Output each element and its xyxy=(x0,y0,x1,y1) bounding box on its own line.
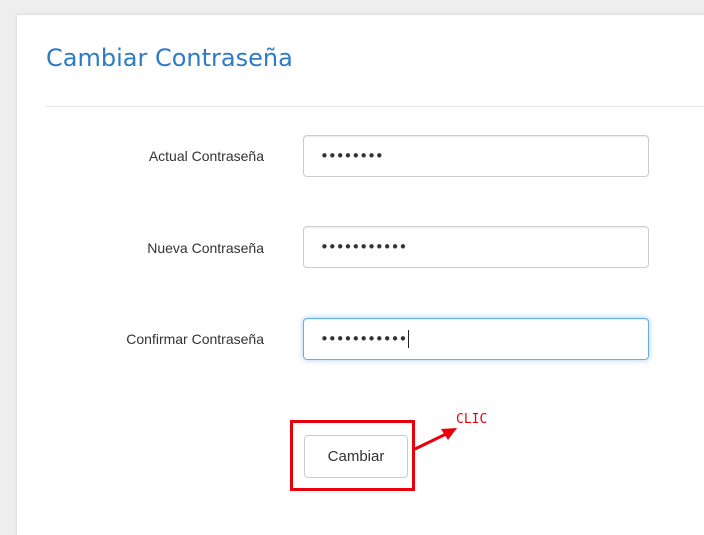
confirm-password-label: Confirmar Contraseña xyxy=(126,331,264,347)
confirm-password-value: ••••••••••• xyxy=(320,330,407,348)
confirm-password-input[interactable]: ••••••••••• xyxy=(303,318,649,360)
current-password-input[interactable]: •••••••• xyxy=(303,135,649,177)
text-caret xyxy=(408,330,410,348)
change-password-button[interactable]: Cambiar xyxy=(304,435,408,478)
title-divider xyxy=(46,106,704,107)
page-title: Cambiar Contraseña xyxy=(46,44,293,72)
new-password-label: Nueva Contraseña xyxy=(147,240,264,256)
new-password-value: ••••••••••• xyxy=(320,238,407,256)
current-password-value: •••••••• xyxy=(320,147,384,165)
new-password-input[interactable]: ••••••••••• xyxy=(303,226,649,268)
current-password-label: Actual Contraseña xyxy=(148,148,264,164)
click-annotation-label: CLIC xyxy=(456,412,488,427)
